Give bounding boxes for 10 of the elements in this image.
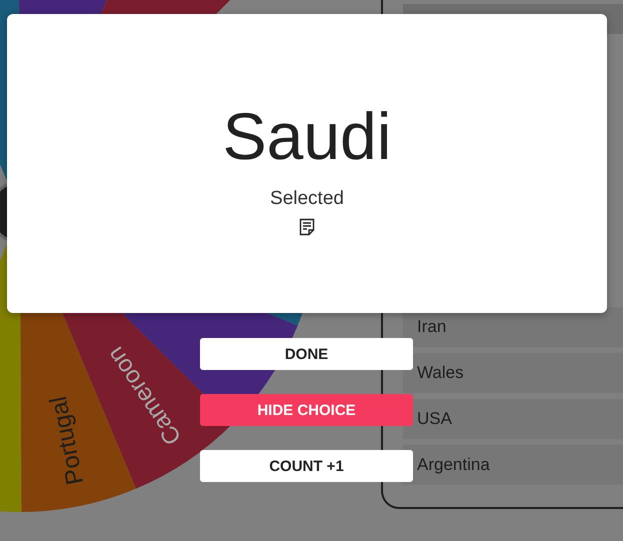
chosen-item: Saudi [222, 98, 392, 174]
result-row: Argentina [403, 445, 623, 485]
action-button[interactable]: DONE [200, 338, 413, 370]
wheel-label: Portugal [44, 394, 90, 487]
note-icon[interactable] [299, 218, 315, 236]
result-row: USA [403, 399, 623, 439]
status-text: Selected [270, 188, 344, 210]
result-row: Wales [403, 353, 623, 393]
action-button[interactable]: COUNT +1 [200, 450, 413, 482]
hide-button[interactable]: HIDE CHOICE [200, 394, 413, 426]
